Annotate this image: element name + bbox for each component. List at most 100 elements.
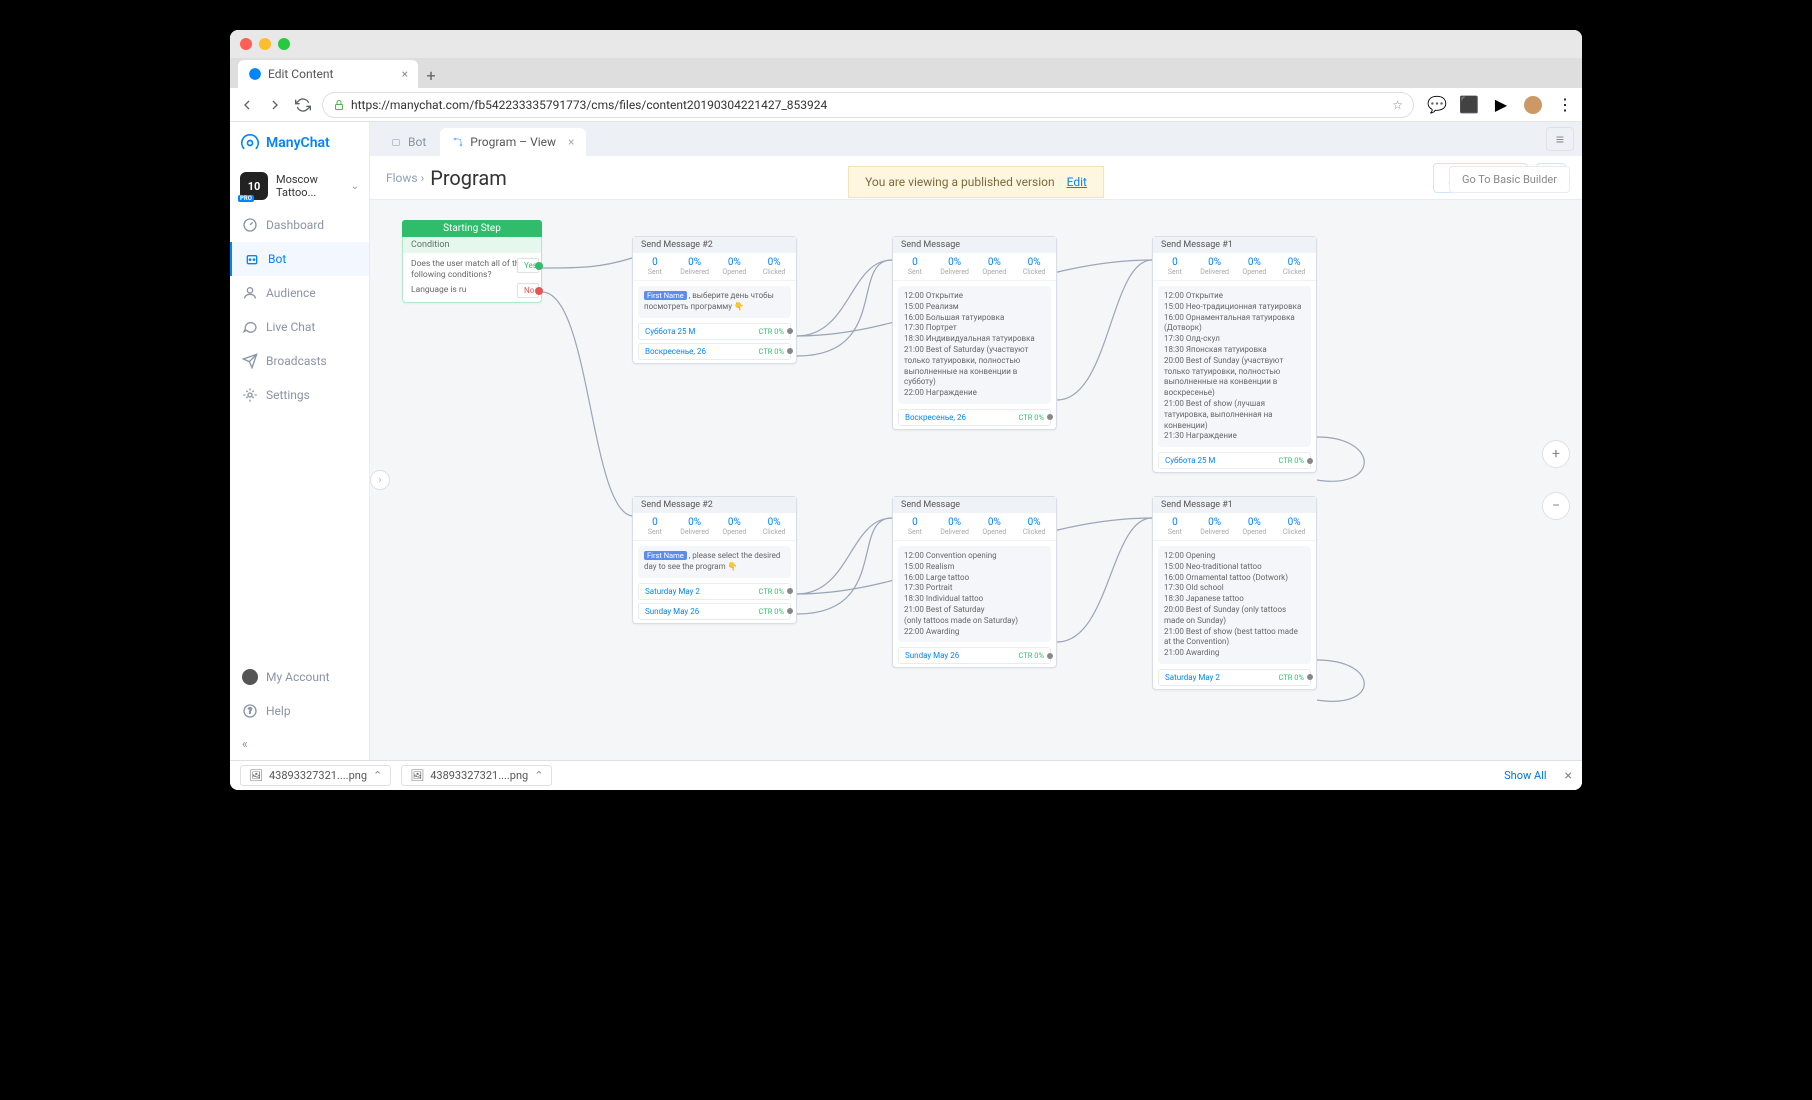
banner-edit-link[interactable]: Edit bbox=[1067, 175, 1087, 189]
sidebar-collapse[interactable]: « bbox=[230, 728, 369, 760]
node-stats: 0Sent 0%Delivered 0%Opened 0%Clicked bbox=[633, 513, 796, 541]
sidebar-item-account[interactable]: My Account bbox=[230, 660, 369, 694]
sidebar-item-bot[interactable]: Bot bbox=[230, 242, 369, 276]
sidebar-item-help[interactable]: ?Help bbox=[230, 694, 369, 728]
message-button[interactable]: Sunday May 26CTR 0% bbox=[898, 647, 1051, 664]
sidebar: ManyChat 10 PRO Moscow Tattoo... ⌄ Dashb… bbox=[230, 122, 370, 760]
node-title: Send Message bbox=[893, 237, 1056, 253]
help-icon: ? bbox=[242, 703, 258, 719]
banner-text: You are viewing a published version bbox=[865, 175, 1055, 189]
node-stats: 0Sent 0%Delivered 0%Opened 0%Clicked bbox=[893, 253, 1056, 281]
lock-icon bbox=[333, 99, 345, 111]
sidebar-item-audience[interactable]: Audience bbox=[230, 276, 369, 310]
message-button[interactable]: Воскресенье, 26CTR 0% bbox=[638, 343, 791, 360]
workspace-name: Moscow Tattoo... bbox=[276, 173, 343, 199]
tab-bot[interactable]: Bot bbox=[378, 128, 438, 156]
node-message-body: 12:00 Открытие15:00 Реализм16:00 Большая… bbox=[898, 286, 1051, 404]
message-button[interactable]: Saturday May 2CTR 0% bbox=[638, 583, 791, 600]
condition-no[interactable]: No bbox=[517, 283, 539, 298]
chat-icon bbox=[242, 319, 258, 335]
reload-button[interactable] bbox=[294, 96, 312, 114]
message-button[interactable]: Суббота 25 МCTR 0% bbox=[638, 323, 791, 340]
page-title: Program bbox=[430, 166, 507, 190]
tab-title: Edit Content bbox=[268, 67, 333, 81]
browser-toolbar: https://manychat.com/fb542233335791773/c… bbox=[230, 88, 1582, 122]
node-send-message[interactable]: Send Message 0Sent 0%Delivered 0%Opened … bbox=[892, 236, 1057, 430]
user-icon bbox=[242, 285, 258, 301]
node-title: Starting Step bbox=[402, 220, 542, 237]
close-download-bar[interactable]: × bbox=[1565, 768, 1572, 784]
node-title: Send Message #1 bbox=[1153, 497, 1316, 513]
show-all-downloads[interactable]: Show All bbox=[1504, 769, 1546, 782]
chevron-up-icon[interactable]: ⌃ bbox=[373, 769, 382, 782]
zoom-out-button[interactable]: − bbox=[1542, 492, 1570, 520]
close-tab-icon[interactable]: × bbox=[568, 135, 574, 149]
canvas-collapse-handle[interactable]: › bbox=[370, 470, 390, 490]
chevron-up-icon[interactable]: ⌃ bbox=[534, 769, 543, 782]
window-titlebar bbox=[230, 30, 1582, 58]
back-button[interactable] bbox=[238, 96, 256, 114]
workspace-avatar: 10 PRO bbox=[240, 172, 268, 200]
flow-canvas[interactable]: › + − bbox=[370, 200, 1582, 760]
close-tab-icon[interactable]: × bbox=[402, 67, 408, 81]
message-button[interactable]: Суббота 25 МCTR 0% bbox=[1158, 452, 1311, 469]
zoom-in-button[interactable]: + bbox=[1542, 440, 1570, 468]
file-icon: 🖼 bbox=[249, 769, 263, 782]
node-message-body: First Name , please select the desired d… bbox=[638, 546, 791, 578]
node-send-message-2-en[interactable]: Send Message #2 0Sent 0%Delivered 0%Open… bbox=[632, 496, 797, 624]
condition-yes[interactable]: Yes bbox=[517, 258, 539, 273]
sidebar-item-livechat[interactable]: Live Chat bbox=[230, 310, 369, 344]
gauge-icon bbox=[242, 217, 258, 233]
message-button[interactable]: Saturday May 2CTR 0% bbox=[1158, 669, 1311, 686]
node-stats: 0Sent 0%Delivered 0%Opened 0%Clicked bbox=[893, 513, 1056, 541]
download-bar: 🖼43893327321....png⌃ 🖼43893327321....png… bbox=[230, 760, 1582, 790]
message-button[interactable]: Воскресенье, 26CTR 0% bbox=[898, 409, 1051, 426]
node-stats: 0Sent 0%Delivered 0%Opened 0%Clicked bbox=[1153, 253, 1316, 281]
address-bar[interactable]: https://manychat.com/fb542233335791773/c… bbox=[322, 92, 1414, 118]
sidebar-item-broadcasts[interactable]: Broadcasts bbox=[230, 344, 369, 378]
flow-icon bbox=[452, 136, 464, 148]
goto-basic-builder[interactable]: Go To Basic Builder bbox=[1449, 166, 1570, 193]
chevron-down-icon: ⌄ bbox=[351, 181, 359, 192]
profile-avatar[interactable] bbox=[1524, 96, 1542, 114]
brand-logo[interactable]: ManyChat bbox=[230, 122, 369, 164]
hamburger-menu[interactable]: ≡ bbox=[1546, 127, 1574, 151]
bot-icon bbox=[244, 251, 260, 267]
sidebar-item-settings[interactable]: Settings bbox=[230, 378, 369, 412]
file-icon: 🖼 bbox=[410, 769, 424, 782]
node-message-body: 12:00 Convention opening15:00 Realism16:… bbox=[898, 546, 1051, 642]
node-send-message-en[interactable]: Send Message 0Sent 0%Delivered 0%Opened … bbox=[892, 496, 1057, 668]
node-send-message-1[interactable]: Send Message #1 0Sent 0%Delivered 0%Open… bbox=[1152, 236, 1317, 473]
node-starting-step[interactable]: Starting Step Condition Does the user ma… bbox=[402, 220, 542, 303]
send-icon bbox=[242, 353, 258, 369]
download-item[interactable]: 🖼43893327321....png⌃ bbox=[401, 765, 552, 786]
chrome-menu-icon[interactable]: ⋮ bbox=[1556, 96, 1574, 114]
node-message-body: First Name , выберите день чтобы посмотр… bbox=[638, 286, 791, 318]
extension-icon-3[interactable]: ▶ bbox=[1492, 96, 1510, 114]
browser-tab[interactable]: Edit Content × bbox=[238, 60, 418, 88]
node-message-body: 12:00 Открытие15:00 Нео-традиционная тат… bbox=[1158, 286, 1311, 447]
url-text: https://manychat.com/fb542233335791773/c… bbox=[351, 98, 827, 112]
node-send-message-1-en[interactable]: Send Message #1 0Sent 0%Delivered 0%Open… bbox=[1152, 496, 1317, 690]
close-window-btn[interactable] bbox=[240, 38, 252, 50]
forward-button[interactable] bbox=[266, 96, 284, 114]
browser-tabs: Edit Content × + bbox=[230, 58, 1582, 88]
minimize-window-btn[interactable] bbox=[259, 38, 271, 50]
star-icon[interactable]: ☆ bbox=[1392, 98, 1403, 112]
node-subtitle: Condition bbox=[403, 237, 541, 253]
tab-program[interactable]: Program – View× bbox=[440, 128, 586, 156]
node-send-message-2[interactable]: Send Message #2 0Sent 0%Delivered 0%Open… bbox=[632, 236, 797, 364]
extension-icon-2[interactable]: ⬛ bbox=[1460, 96, 1478, 114]
extension-icon-1[interactable]: 💬 bbox=[1428, 96, 1446, 114]
publish-banner: You are viewing a published version Edit bbox=[848, 166, 1104, 198]
brand-text: ManyChat bbox=[266, 135, 330, 151]
maximize-window-btn[interactable] bbox=[278, 38, 290, 50]
new-tab-button[interactable]: + bbox=[418, 62, 444, 88]
sidebar-item-dashboard[interactable]: Dashboard bbox=[230, 208, 369, 242]
download-item[interactable]: 🖼43893327321....png⌃ bbox=[240, 765, 391, 786]
message-button[interactable]: Sunday May 26CTR 0% bbox=[638, 603, 791, 620]
node-title: Send Message #2 bbox=[633, 497, 796, 513]
workspace-switcher[interactable]: 10 PRO Moscow Tattoo... ⌄ bbox=[230, 164, 369, 208]
content-tabs: Bot Program – View× ≡ bbox=[370, 122, 1582, 156]
breadcrumb[interactable]: Flows › bbox=[386, 171, 424, 185]
